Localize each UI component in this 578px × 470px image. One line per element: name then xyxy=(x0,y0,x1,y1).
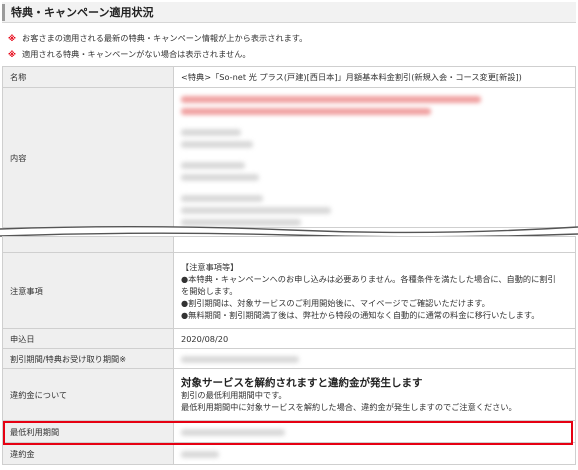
note-text: 適用される特典・キャンペーンがない場合は表示されません。 xyxy=(22,49,251,59)
apply-date-label: 申込日 xyxy=(2,328,174,349)
table-row-content: 内容 xyxy=(2,87,576,228)
campaign-table-top: 名称 <特典>「So-net 光 プラス(戸建)[西日本]」月額基本料金割引(新… xyxy=(2,66,576,228)
redacted-text xyxy=(181,141,253,148)
content-label: 内容 xyxy=(2,87,174,228)
notice-line: を開始します。 xyxy=(181,285,238,296)
period-label: 割引期間/特典お受け取り期間※ xyxy=(2,348,174,369)
redacted-text xyxy=(181,428,285,436)
notice-line: ●無料期間・割引期間満了後は、弊社から特段の通知なく自動的に通常の料金に移行いた… xyxy=(181,309,540,320)
redacted-text xyxy=(181,207,331,214)
penalty-line: 最低利用期間中に対象サービスを解約した場合、違約金が発生しますのでご注意ください… xyxy=(181,401,517,412)
note-no-campaign: ※ 適用される特典・キャンペーンがない場合は表示されません。 xyxy=(8,48,251,60)
redacted-text xyxy=(181,450,219,458)
redacted-text xyxy=(181,355,299,363)
redacted-text xyxy=(181,96,481,103)
table-row-apply-date: 申込日 2020/08/20 xyxy=(2,328,576,349)
notice-line: ●割引期間は、対象サービスのご利用開始後に、マイページでご確認いただけます。 xyxy=(181,297,490,308)
redacted-text xyxy=(181,195,263,202)
table-row-penalty: 違約金について 対象サービスを解約されますと違約金が発生します 割引の最低利用期… xyxy=(2,368,576,421)
penalty-line: 割引の最低利用期間中です。 xyxy=(181,389,287,400)
table-row-notice: 注意事項 【注意事項等】 ●本特典・キャンペーンへのお申し込みは必要ありません。… xyxy=(2,252,576,329)
redacted-text xyxy=(181,129,241,136)
notice-line: ●本特典・キャンペーンへのお申し込みは必要ありません。各種条件を満たした場合に、… xyxy=(181,273,556,284)
note-latest-info: ※ お客さまの適用される最新の特典・キャンペーン情報が上から表示されます。 xyxy=(8,32,307,44)
penalty-value: 対象サービスを解約されますと違約金が発生します 割引の最低利用期間中です。 最低… xyxy=(173,368,576,421)
penalty-heading: 対象サービスを解約されますと違約金が発生します xyxy=(181,376,423,389)
fee-label: 違約金 xyxy=(2,442,174,465)
period-value-redacted xyxy=(173,348,576,369)
redacted-text xyxy=(181,162,245,169)
redacted-text xyxy=(181,174,259,181)
table-row-blank xyxy=(2,236,576,253)
notice-value: 【注意事項等】 ●本特典・キャンペーンへのお申し込みは必要ありません。各種条件を… xyxy=(173,252,576,329)
note-mark: ※ xyxy=(8,49,16,59)
table-row-fee: 違約金 xyxy=(2,442,576,465)
apply-date-value: 2020/08/20 xyxy=(173,328,576,349)
name-label: 名称 xyxy=(2,66,174,88)
blank-label xyxy=(2,236,174,253)
section-title: 特典・キャンペーン適用状況 xyxy=(2,2,576,23)
redacted-text xyxy=(181,219,301,226)
blank-value xyxy=(173,236,576,253)
min-period-value-redacted xyxy=(173,420,576,443)
table-row-period: 割引期間/特典お受け取り期間※ xyxy=(2,348,576,369)
fee-value-redacted xyxy=(173,442,576,465)
redacted-text xyxy=(181,108,431,115)
campaign-table-bottom: 注意事項 【注意事項等】 ●本特典・キャンペーンへのお申し込みは必要ありません。… xyxy=(2,236,576,465)
notice-label: 注意事項 xyxy=(2,252,174,329)
content-value-redacted xyxy=(173,87,576,228)
notice-line: 【注意事項等】 xyxy=(181,261,239,272)
note-mark: ※ xyxy=(8,33,16,43)
note-text: お客さまの適用される最新の特典・キャンペーン情報が上から表示されます。 xyxy=(22,33,308,43)
table-row-name: 名称 <特典>「So-net 光 プラス(戸建)[西日本]」月額基本料金割引(新… xyxy=(2,66,576,88)
name-value: <特典>「So-net 光 プラス(戸建)[西日本]」月額基本料金割引(新規入会… xyxy=(173,66,576,88)
min-period-label: 最低利用期間 xyxy=(2,420,174,443)
penalty-label: 違約金について xyxy=(2,368,174,421)
table-row-min-period: 最低利用期間 xyxy=(2,420,576,443)
